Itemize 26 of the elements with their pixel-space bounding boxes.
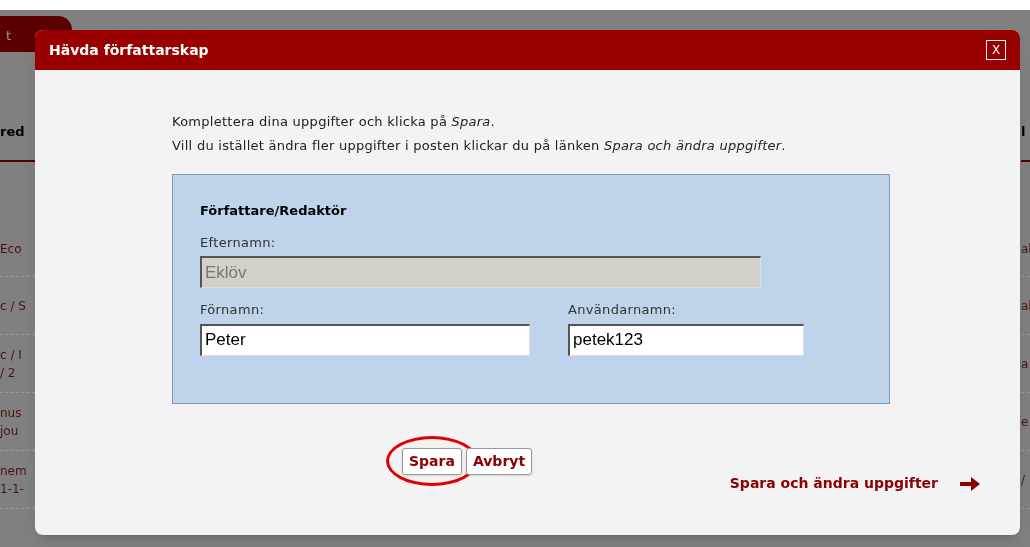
row-text: e [1021,413,1030,431]
row-text: 1-1- [0,480,25,498]
close-button[interactable]: X [986,40,1006,60]
instruction-text: Komplettera dina uppgifter och klicka på Spara. [172,113,496,131]
row-text: jou [0,422,20,440]
field-label: Användarnamn: [568,301,678,319]
field-label: Efternamn: [200,233,277,252]
dialog-button[interactable]: Avbryt [465,448,533,475]
input-field[interactable]: Peter [200,323,530,356]
row-text: c / I [0,346,23,364]
row-text: / [1021,471,1027,489]
instruction-text: Vill du istället ändra fler uppgifter i posten klickar du på länken Spara och ändra uppgifter. [172,137,787,155]
row-text: a [1021,355,1030,373]
field-label: Förnamn: [200,301,266,319]
arrow-right-icon [960,475,980,492]
save-and-edit-link[interactable]: Spara och ändra uppgifter [729,473,938,494]
section-title: Författare/Redaktör [200,202,348,220]
row-text: nus [0,404,23,422]
row-text: c / S [0,297,27,315]
input-field[interactable]: petek123 [568,323,804,356]
row-text: al [1021,297,1030,315]
row-text: nem [0,462,28,480]
dialog-button[interactable]: Spara [402,448,462,475]
row-text: Eco [0,241,23,258]
row-text: al [1021,241,1030,258]
row-text: / 2 [0,364,17,382]
